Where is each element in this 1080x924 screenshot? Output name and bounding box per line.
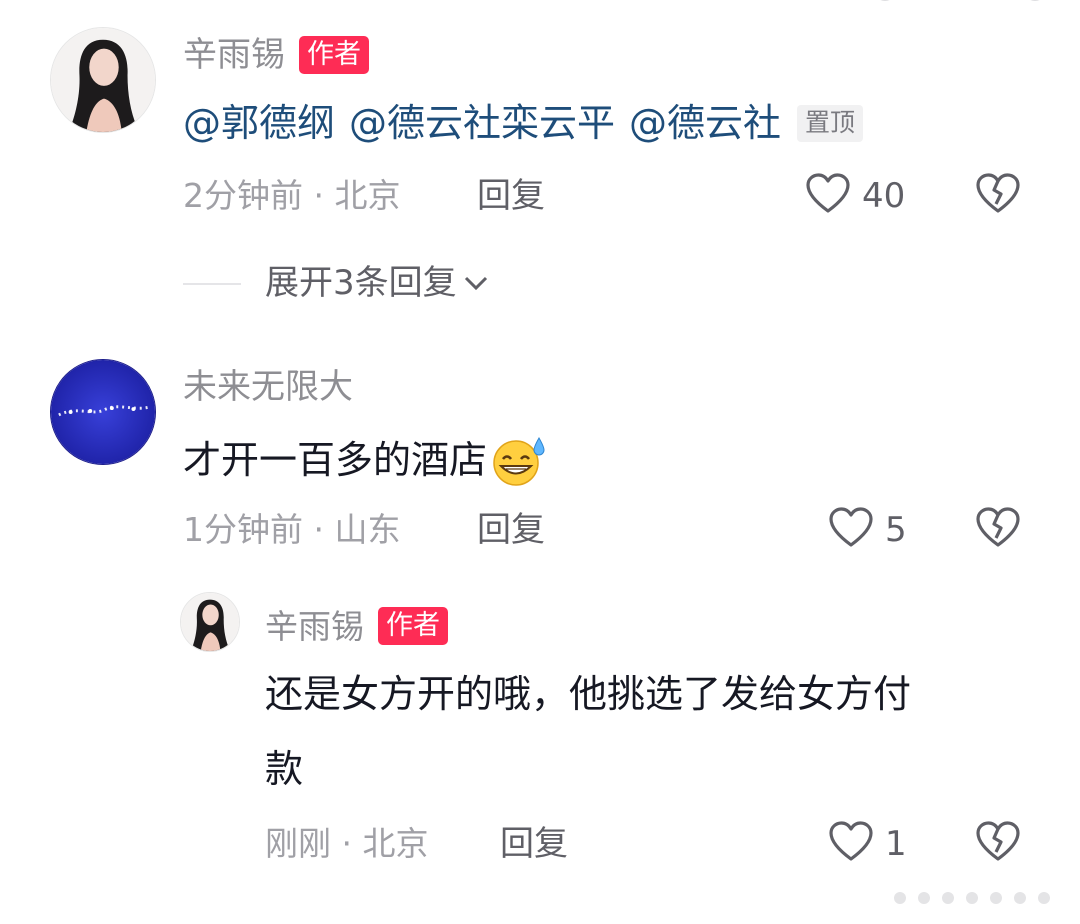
expand-replies-label: 展开3条回复 bbox=[265, 263, 457, 303]
mention-link[interactable]: @德云社栾云平 bbox=[349, 101, 615, 147]
pinned-badge: 置顶 bbox=[797, 105, 864, 143]
comment-meta: 1分钟前 · 山东 bbox=[183, 510, 401, 549]
avatar[interactable] bbox=[50, 27, 156, 133]
comment-text: 才开一百多的酒店 bbox=[183, 438, 488, 483]
reply-header: 辛雨锡 作者 bbox=[265, 607, 448, 645]
like-icon[interactable] bbox=[828, 506, 874, 548]
comment-author[interactable]: 辛雨锡 bbox=[183, 38, 285, 72]
avatar[interactable] bbox=[50, 359, 156, 465]
reply-text: 还是女方开的哦，他挑选了发给女方付 bbox=[265, 672, 912, 716]
like-count: 1 bbox=[885, 824, 907, 864]
avatar[interactable] bbox=[180, 592, 240, 652]
expand-divider bbox=[183, 283, 241, 285]
reply-button[interactable]: 回复 bbox=[500, 827, 568, 861]
reply-button[interactable]: 回复 bbox=[477, 513, 545, 547]
like-count: 40 bbox=[862, 176, 906, 216]
author-badge: 作者 bbox=[299, 36, 369, 74]
top-cropped-icons bbox=[860, 0, 1060, 4]
comment-header: 辛雨锡 作者 bbox=[183, 36, 369, 74]
reply-meta: 刚刚 · 北京 bbox=[265, 824, 429, 863]
author-badge: 作者 bbox=[378, 607, 448, 645]
reply-author[interactable]: 辛雨锡 bbox=[265, 610, 364, 643]
dislike-icon[interactable] bbox=[975, 172, 1021, 214]
watermark-dots bbox=[880, 888, 1070, 908]
like-icon[interactable] bbox=[828, 820, 874, 862]
mention-link[interactable]: @郭德纲 bbox=[183, 101, 335, 147]
comment-meta: 2分钟前 · 北京 bbox=[183, 176, 401, 215]
like-count: 5 bbox=[885, 510, 907, 550]
comment-author[interactable]: 未来无限大 bbox=[183, 370, 353, 404]
comment-body: 才开一百多的酒店 bbox=[183, 435, 547, 487]
comment-body: @郭德纲 @德云社栾云平 @德云社 置顶 bbox=[183, 101, 864, 147]
expand-replies-button[interactable]: 展开3条回复 bbox=[265, 266, 489, 300]
mention-link[interactable]: @德云社 bbox=[629, 101, 781, 147]
reply-button[interactable]: 回复 bbox=[477, 179, 545, 213]
reply-text-continued: 款 bbox=[265, 747, 304, 791]
dislike-icon[interactable] bbox=[975, 506, 1021, 548]
dislike-icon[interactable] bbox=[975, 820, 1021, 862]
like-icon[interactable] bbox=[805, 172, 851, 214]
chevron-down-icon bbox=[463, 274, 489, 292]
grinning-sweat-emoji-icon bbox=[489, 435, 547, 487]
